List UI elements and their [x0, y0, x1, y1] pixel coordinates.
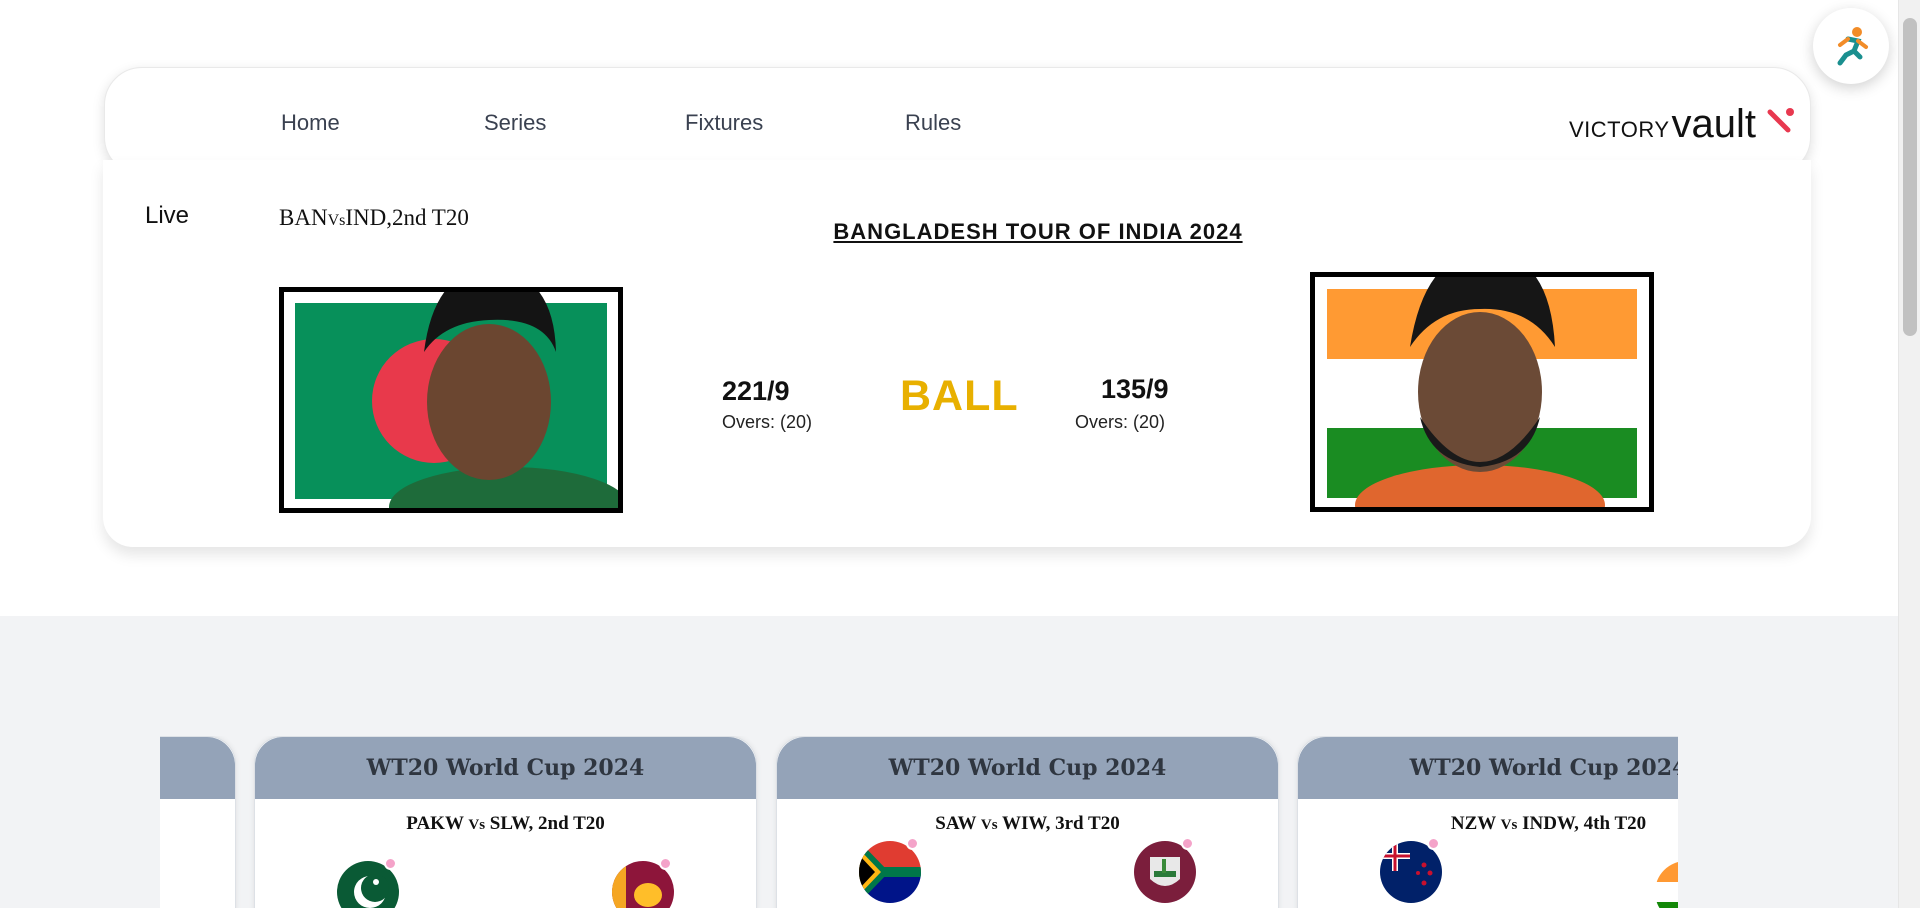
victoryvault-logo[interactable]: VICTORY vault [1569, 102, 1796, 147]
fixture-card-partial[interactable] [160, 736, 236, 908]
fixture-team1: NZW [1450, 813, 1496, 834]
fixture-series-title: WT20 World Cup 2024 [1298, 737, 1678, 799]
team1-score: 221/9 [722, 376, 790, 406]
live-label: Live [145, 202, 190, 229]
nav-home[interactable]: Home [281, 110, 340, 136]
fixture-team1: SAW [935, 813, 977, 834]
fixture-vs: Vs [468, 817, 486, 833]
fixture-vs: Vs [1500, 817, 1518, 833]
nav-series[interactable]: Series [484, 110, 546, 136]
fixture-card[interactable]: WT20 World Cup 2024 NZW Vs INDW, 4th T20 [1297, 736, 1678, 908]
logo-text-small: VICTORY [1569, 117, 1670, 142]
india-flag [1655, 861, 1678, 908]
team2-score: 135/9 [1101, 374, 1169, 404]
new-zealand-badge-icon [1427, 837, 1440, 850]
runner-button[interactable] [1813, 8, 1889, 84]
fixtures-carousel: WT20 World Cup 2024 PAKW Vs SLW, 2nd T20… [160, 736, 1678, 908]
cricket-bat-icon [1767, 108, 1794, 133]
fixture-series-title: WT20 World Cup 2024 [255, 737, 756, 799]
fixture-rest: INDW, 4th T20 [1522, 813, 1647, 834]
west-indies-flag [1134, 841, 1196, 903]
team2-frame [1310, 272, 1654, 512]
team1-frame [279, 287, 623, 513]
fixture-match-title: SAW Vs WIW, 3rd T20 [777, 813, 1278, 835]
india-flag [1315, 277, 1649, 507]
runner-icon [1837, 27, 1868, 66]
match-team1: BAN [279, 205, 328, 230]
bangladesh-flag [284, 292, 618, 508]
fixture-vs: Vs [980, 817, 998, 833]
west-indies-badge-icon [1181, 837, 1194, 850]
pakistan-badge-icon [384, 857, 397, 870]
match-title: BANVsIND,2nd T20 [279, 205, 469, 231]
header-nav: Home Series Fixtures Rules VICTORY vault [104, 67, 1811, 175]
nav-fixtures[interactable]: Fixtures [685, 110, 763, 136]
team2-overs: Overs: (20) [1075, 412, 1166, 432]
team1-overs: Overs: (20) [722, 412, 813, 432]
fixture-card[interactable]: WT20 World Cup 2024 PAKW Vs SLW, 2nd T20 [254, 736, 757, 908]
fixture-match-title: PAKW Vs SLW, 2nd T20 [255, 813, 756, 835]
south-africa-flag [859, 841, 921, 903]
nav-rules[interactable]: Rules [905, 110, 961, 136]
ball-status: BALL [900, 372, 1019, 420]
new-zealand-flag [1380, 841, 1442, 903]
match-team2-desc: IND,2nd T20 [345, 205, 469, 230]
fixture-team1: PAKW [406, 813, 464, 834]
sri-lanka-badge-icon [659, 857, 672, 870]
fixture-card[interactable]: WT20 World Cup 2024 SAW Vs WIW, 3rd T20 [776, 736, 1279, 908]
fixture-match-title: NZW Vs INDW, 4th T20 [1298, 813, 1678, 835]
tour-title[interactable]: BANGLADESH TOUR OF INDIA 2024 [818, 219, 1258, 245]
fixture-rest: SLW, 2nd T20 [489, 813, 605, 834]
fixture-card-partial-header [160, 737, 235, 799]
fixture-series-title: WT20 World Cup 2024 [777, 737, 1278, 799]
scrollbar-thumb[interactable] [1903, 18, 1917, 336]
match-vs: Vs [327, 212, 346, 229]
south-africa-badge-icon [906, 837, 919, 850]
page-scrollbar[interactable] [1898, 0, 1920, 908]
fixture-rest: WIW, 3rd T20 [1001, 813, 1120, 834]
logo-text-big: vault [1671, 102, 1757, 146]
